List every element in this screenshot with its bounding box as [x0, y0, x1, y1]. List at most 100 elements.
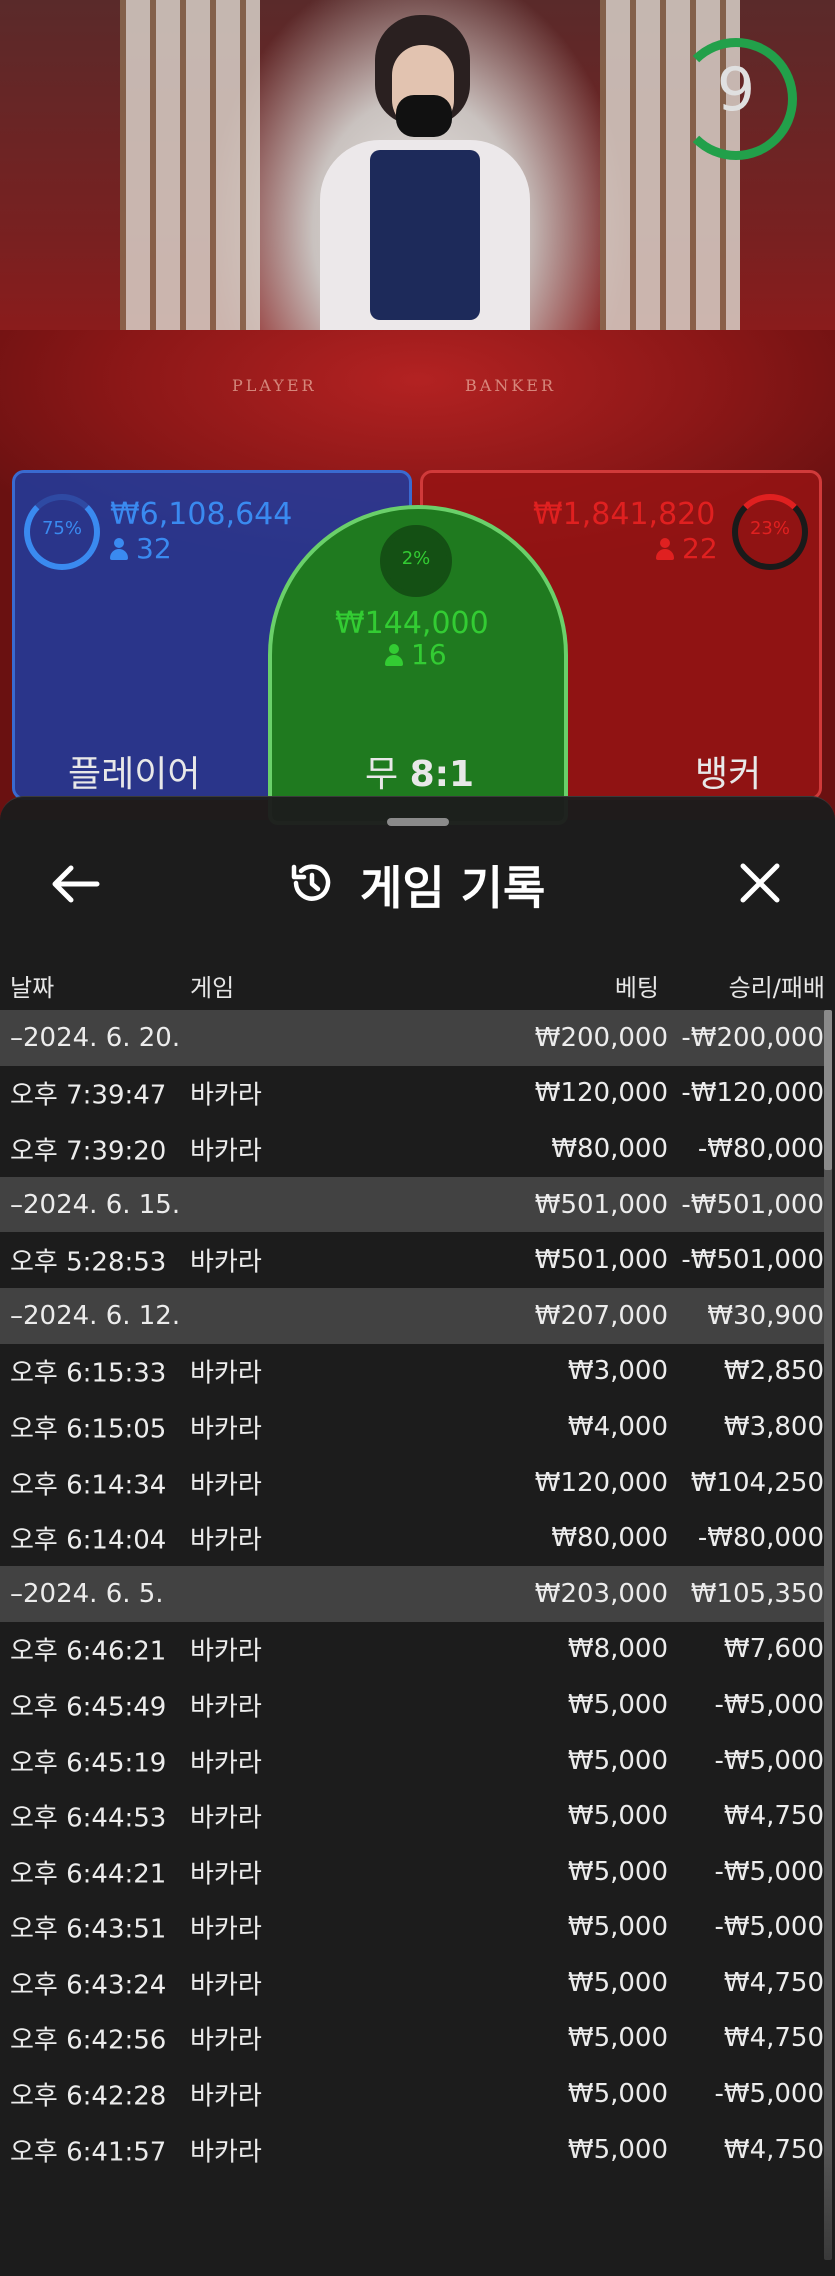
history-list: –2024. 6. 20. ₩200,000 -₩200,000 오후 7:39:47… — [0, 1010, 826, 2177]
row-bet: ₩80,000 — [551, 1523, 668, 1554]
row-result: ₩7,600 — [723, 1634, 824, 1665]
column-header-game[interactable]: 게임 — [190, 968, 234, 1003]
row-time: 오후 7:39:47 — [10, 1080, 167, 1111]
dealer-vest — [370, 150, 480, 320]
row-game: 바카라 — [190, 1692, 262, 1723]
sheet-drag-handle[interactable] — [387, 818, 449, 826]
history-row[interactable]: 오후 6:43:24 바카라 ₩5,000 ₩4,750 — [0, 1955, 826, 2011]
row-bet: ₩5,000 — [567, 2134, 668, 2165]
row-result: ₩4,750 — [723, 2023, 824, 2054]
history-row[interactable]: 오후 6:45:49 바카라 ₩5,000 -₩5,000 — [0, 1677, 826, 1733]
row-time: 오후 5:28:53 — [10, 1247, 167, 1278]
date-group-row[interactable]: –2024. 6. 5. ₩203,000 ₩105,350 — [0, 1565, 826, 1622]
row-result: ₩3,800 — [723, 1411, 824, 1442]
close-button[interactable] — [735, 858, 785, 908]
tie-label-odds: 8:1 — [409, 754, 475, 795]
countdown-number: 9 — [716, 55, 756, 125]
close-icon — [740, 863, 780, 903]
row-time: 오후 6:14:04 — [10, 1525, 167, 1556]
history-row[interactable]: 오후 6:14:34 바카라 ₩120,000 ₩104,250 — [0, 1455, 826, 1511]
row-result: -₩5,000 — [714, 1856, 824, 1887]
date-group-row[interactable]: –2024. 6. 12. ₩207,000 ₩30,900 — [0, 1287, 826, 1344]
tie-amount: ₩144,000 — [335, 606, 489, 641]
history-row[interactable]: 오후 6:42:56 바카라 ₩5,000 ₩4,750 — [0, 2011, 826, 2067]
column-header-date[interactable]: 날짜 — [10, 968, 54, 1003]
row-game: 바카라 — [190, 1859, 262, 1890]
row-game: 바카라 — [190, 1748, 262, 1779]
felt-player-text: PLAYER — [232, 376, 317, 395]
history-row[interactable]: 오후 6:43:51 바카라 ₩5,000 -₩5,000 — [0, 1900, 826, 1956]
row-result: -₩200,000 — [681, 1022, 824, 1053]
row-result: -₩501,000 — [681, 1245, 824, 1276]
row-bet: ₩5,000 — [567, 1689, 668, 1720]
row-result: -₩5,000 — [714, 2079, 824, 2110]
row-result: -₩5,000 — [714, 1745, 824, 1776]
row-bet: ₩3,000 — [567, 1356, 668, 1387]
history-row[interactable]: 오후 6:15:05 바카라 ₩4,000 ₩3,800 — [0, 1399, 826, 1455]
row-bet: ₩80,000 — [551, 1133, 668, 1164]
row-result: -₩80,000 — [697, 1523, 824, 1554]
dealer-mask — [396, 95, 452, 137]
row-bet: ₩120,000 — [534, 1078, 668, 1109]
row-time: 오후 6:41:57 — [10, 2137, 167, 2168]
row-game: 바카라 — [190, 1247, 262, 1278]
row-bet: ₩5,000 — [567, 1912, 668, 1943]
history-row[interactable]: 오후 6:45:19 바카라 ₩5,000 -₩5,000 — [0, 1733, 826, 1789]
row-bet: ₩5,000 — [567, 1801, 668, 1832]
history-row[interactable]: 오후 7:39:20 바카라 ₩80,000 -₩80,000 — [0, 1121, 826, 1177]
row-game: 바카라 — [190, 1414, 262, 1445]
group-date: –2024. 6. 20. — [10, 1022, 181, 1053]
tie-count-wrap: 16 — [385, 638, 447, 671]
history-row[interactable]: 오후 6:44:21 바카라 ₩5,000 -₩5,000 — [0, 1844, 826, 1900]
date-group-row[interactable]: –2024. 6. 15. ₩501,000 -₩501,000 — [0, 1176, 826, 1233]
arrow-left-icon — [52, 865, 100, 903]
column-header-result[interactable]: 승리/패배 — [729, 968, 825, 1003]
group-date: –2024. 6. 12. — [10, 1300, 181, 1331]
history-row[interactable]: 오후 6:42:28 바카라 ₩5,000 -₩5,000 — [0, 2066, 826, 2122]
row-bet: ₩8,000 — [567, 1634, 668, 1665]
column-header-bet[interactable]: 베팅 — [615, 968, 659, 1003]
banker-amount: ₩1,841,820 — [533, 497, 716, 532]
row-game: 바카라 — [190, 1080, 262, 1111]
group-date: –2024. 6. 5. — [10, 1578, 164, 1609]
row-time: 오후 7:39:20 — [10, 1136, 167, 1167]
row-game: 바카라 — [190, 1803, 262, 1834]
row-time: 오후 6:44:21 — [10, 1859, 167, 1890]
row-game: 바카라 — [190, 1914, 262, 1945]
player-count-wrap: 32 — [110, 532, 172, 565]
row-result: ₩4,750 — [723, 1967, 824, 1998]
row-game: 바카라 — [190, 2137, 262, 2168]
row-time: 오후 6:45:49 — [10, 1692, 167, 1723]
tie-label: 무 8:1 — [365, 745, 474, 797]
row-result: -₩120,000 — [681, 1078, 824, 1109]
row-result: -₩5,000 — [714, 1912, 824, 1943]
row-bet: ₩501,000 — [534, 1245, 668, 1276]
history-row[interactable]: 오후 7:39:47 바카라 ₩120,000 -₩120,000 — [0, 1066, 826, 1122]
row-game: 바카라 — [190, 1636, 262, 1667]
row-result: -₩5,000 — [714, 1689, 824, 1720]
row-result: -₩80,000 — [697, 1133, 824, 1164]
row-game: 바카라 — [190, 1525, 262, 1556]
row-time: 오후 6:45:19 — [10, 1748, 167, 1779]
history-row[interactable]: 오후 5:28:53 바카라 ₩501,000 -₩501,000 — [0, 1232, 826, 1288]
row-time: 오후 6:46:21 — [10, 1636, 167, 1667]
history-row[interactable]: 오후 6:41:57 바카라 ₩5,000 ₩4,750 — [0, 2122, 826, 2178]
row-game: 바카라 — [190, 1470, 262, 1501]
history-row[interactable]: 오후 6:46:21 바카라 ₩8,000 ₩7,600 — [0, 1622, 826, 1678]
history-row[interactable]: 오후 6:15:33 바카라 ₩3,000 ₩2,850 — [0, 1344, 826, 1400]
row-game: 바카라 — [190, 1970, 262, 2001]
scrollbar-track[interactable] — [824, 1010, 832, 2260]
row-bet: ₩5,000 — [567, 2079, 668, 2110]
scrollbar-thumb[interactable] — [824, 1010, 832, 1170]
row-bet: ₩5,000 — [567, 1745, 668, 1776]
group-date: –2024. 6. 15. — [10, 1189, 181, 1220]
row-time: 오후 6:15:05 — [10, 1414, 167, 1445]
history-row[interactable]: 오후 6:44:53 바카라 ₩5,000 ₩4,750 — [0, 1788, 826, 1844]
back-button[interactable] — [45, 860, 105, 908]
row-bet: ₩4,000 — [567, 1411, 668, 1442]
row-result: ₩105,350 — [690, 1578, 824, 1609]
date-group-row[interactable]: –2024. 6. 20. ₩200,000 -₩200,000 — [0, 1010, 826, 1066]
row-result: ₩30,900 — [707, 1300, 824, 1331]
history-row[interactable]: 오후 6:14:04 바카라 ₩80,000 -₩80,000 — [0, 1510, 826, 1566]
player-count: 32 — [136, 532, 172, 565]
